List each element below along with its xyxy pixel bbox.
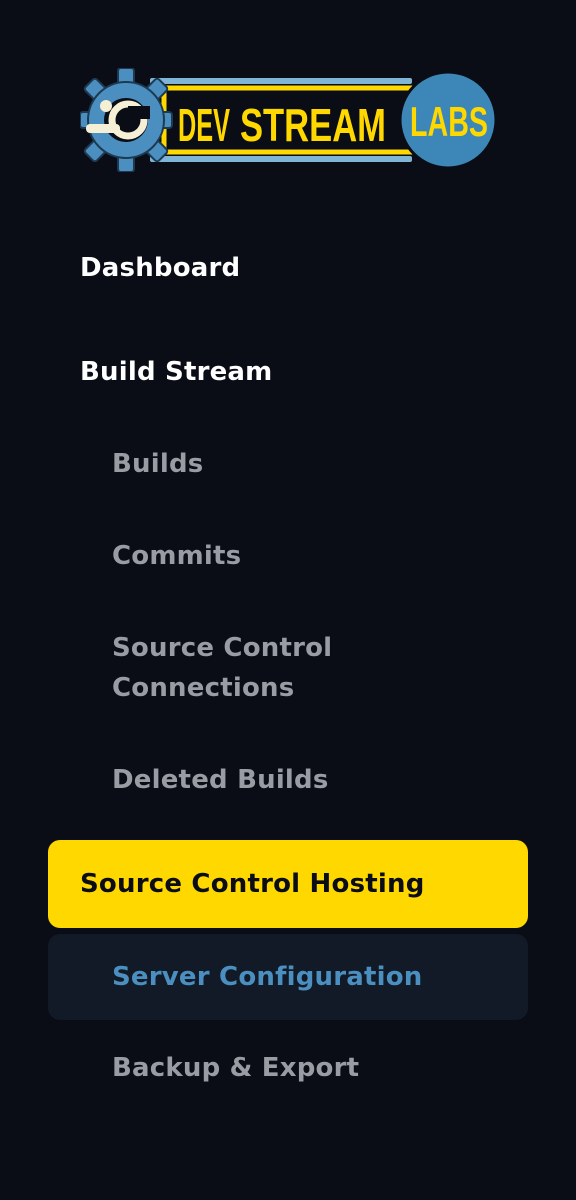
nav-item-deleted-builds[interactable]: Deleted Builds [48, 760, 528, 800]
logo-stripe [150, 78, 412, 84]
nav-item-label: Deleted Builds [112, 765, 329, 795]
nav-item-backup-export[interactable]: Backup & Export [48, 1048, 528, 1088]
logo-word-dev: DEV [178, 99, 230, 151]
nav-item-label: Build Stream [80, 357, 273, 387]
logo-word-labs: LABS [410, 98, 488, 145]
nav-item-label: Backup & Export [112, 1053, 360, 1083]
nav-item-commits[interactable]: Commits [48, 536, 528, 576]
nav-item-label: Source Control Hosting [80, 869, 425, 899]
brand-logo[interactable]: DEV STREAM LABS [80, 68, 500, 172]
logo-word-stream: STREAM [240, 99, 386, 151]
nav-item-label-line2: Connections [112, 673, 295, 703]
gear-icon [80, 68, 173, 172]
brand-logo-graphic: DEV STREAM LABS [80, 68, 498, 172]
nav-item-build-stream[interactable]: Build Stream [48, 354, 528, 390]
nav-item-source-control-hosting[interactable]: Source Control Hosting [48, 840, 528, 928]
nav-item-builds[interactable]: Builds [48, 444, 528, 484]
nav-item-label: Builds [112, 449, 204, 479]
nav-item-label-line1: Source Control [112, 633, 333, 663]
nav-item-source-control-connections[interactable]: Source Control Connections [48, 628, 528, 708]
logo-stripe [150, 156, 412, 162]
nav-item-dashboard[interactable]: Dashboard [48, 250, 528, 286]
nav-item-label: Dashboard [80, 253, 241, 283]
nav-item-label: Commits [112, 541, 242, 571]
nav-item-label: Server Configuration [112, 962, 423, 992]
nav-item-server-configuration[interactable]: Server Configuration [48, 934, 528, 1020]
sidebar: DEV STREAM LABS Dashboard Build Stream B… [0, 0, 576, 1200]
